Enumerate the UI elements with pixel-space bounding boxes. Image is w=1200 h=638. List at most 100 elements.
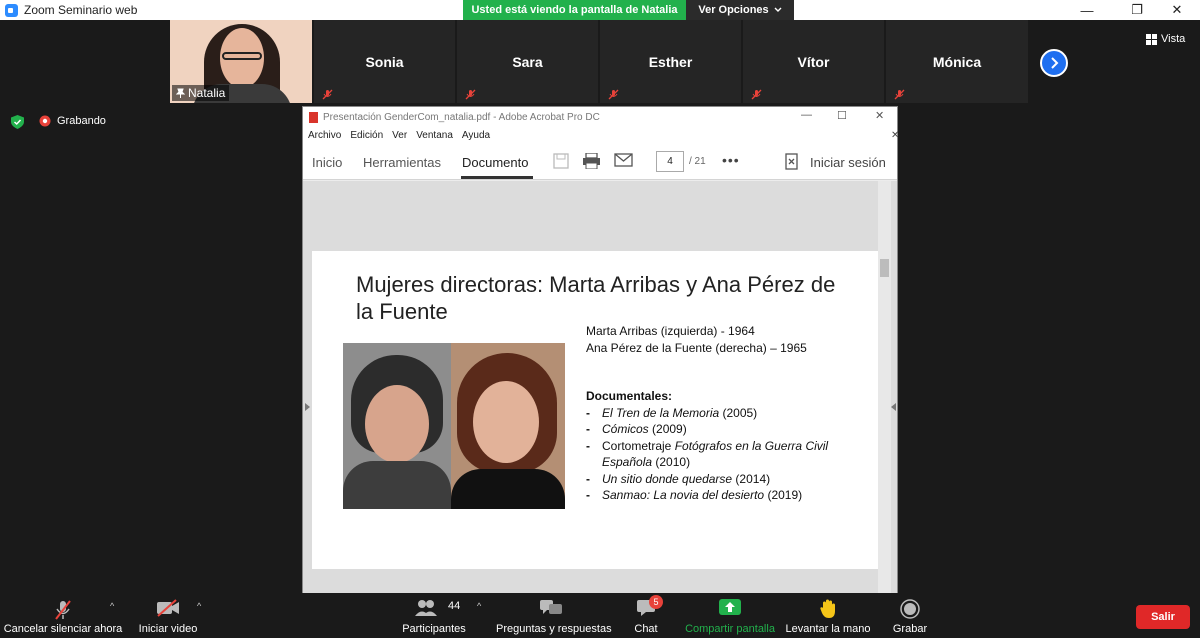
view-options-button[interactable]: Ver Opciones [686,0,794,20]
menu-archivo[interactable]: Archivo [308,130,341,141]
right-panel-toggle-icon[interactable] [891,403,896,411]
list-item: - Cómicos (2009) [586,422,687,436]
share-screen-icon [719,599,741,615]
muted-mic-icon [55,600,71,620]
next-page-button[interactable] [1040,49,1068,77]
pdf-icon [309,111,318,123]
acrobat-close-button[interactable]: ✕ [875,109,884,122]
participant-tile[interactable]: Vítor [743,20,884,103]
signin-button[interactable]: Iniciar sesión [810,155,886,170]
minimize-button[interactable]: — [1064,0,1110,20]
document-close-icon[interactable] [785,153,798,170]
tab-herramientas[interactable]: Herramientas [363,155,441,170]
close-button[interactable]: ✕ [1154,0,1200,20]
grid-icon [1146,33,1157,45]
audio-options-caret-icon[interactable]: ^ [110,601,114,611]
encryption-status[interactable] [11,115,24,129]
document-scrollbar[interactable] [878,181,891,593]
menu-edicion[interactable]: Edición [350,130,383,141]
slide-title: Mujeres directoras: Marta Arribas y Ana … [356,272,836,324]
close-document-icon[interactable]: ✕ [891,130,899,141]
participant-name: Vítor [797,54,830,70]
director-line-1: Marta Arribas (izquierda) - 1964 [586,324,755,338]
muted-mic-icon [751,89,762,100]
active-tab-underline [461,176,533,179]
chevron-down-icon [774,7,782,12]
slide-info: Marta Arribas (izquierda) - 1964 Ana Pér… [586,323,866,504]
menu-ventana[interactable]: Ventana [416,130,453,141]
unmute-button[interactable]: Cancelar silenciar ahora [0,593,126,638]
share-banner: Usted está viendo la pantalla de Natalia [463,0,686,20]
muted-mic-icon [894,89,905,100]
start-video-button[interactable]: Iniciar video [132,593,204,638]
participant-tile[interactable]: Sara [457,20,598,103]
page-total: / 21 [689,156,706,167]
muted-mic-icon [322,89,333,100]
document-view[interactable]: Mujeres directoras: Marta Arribas y Ana … [303,181,897,593]
director-line-2: Ana Pérez de la Fuente (derecha) – 1965 [586,340,807,355]
list-item: - El Tren de la Memoria (2005) [586,405,758,420]
raise-hand-button[interactable]: Levantar la mano [784,593,872,638]
menu-ver[interactable]: Ver [392,130,407,141]
video-off-icon [157,599,179,617]
participants-icon [415,600,437,616]
scrollbar-thumb[interactable] [880,259,889,277]
chat-button[interactable]: 5 Chat [624,593,668,638]
tab-inicio[interactable]: Inicio [312,155,342,170]
qa-button[interactable]: Preguntas y respuestas [496,593,612,638]
participant-glasses [222,52,262,60]
meeting-controls: Cancelar silenciar ahora ^ Iniciar video… [0,593,1200,638]
participant-tile[interactable]: Mónica [886,20,1028,103]
chevron-right-icon [1051,57,1059,69]
recording-icon [39,115,51,127]
tab-documento[interactable]: Documento [462,155,528,170]
participant-name: Esther [648,54,693,70]
participants-options-caret-icon[interactable]: ^ [477,601,481,611]
email-icon[interactable] [614,153,633,167]
documentaries-heading: Documentales: [586,389,673,403]
view-options-label: Ver Opciones [698,4,769,16]
record-button[interactable]: Grabar [886,593,934,638]
participants-count: 44 [448,600,461,612]
raise-hand-icon [820,599,835,618]
recording-status[interactable]: Grabando [39,115,106,127]
window-title: Zoom Seminario web [24,3,138,17]
acrobat-menu-bar: Archivo Edición Ver Ventana Ayuda ✕ [303,127,899,143]
list-item: - Un sitio donde quedarse (2014) [586,471,771,486]
save-icon[interactable] [553,153,569,169]
participant-name: Mónica [932,54,982,70]
list-item: - Sanmao: La novia del desierto (2019) [586,488,803,502]
qa-icon [540,600,562,614]
participant-name: Sara [512,54,543,70]
video-tile-natalia[interactable]: Natalia [170,20,312,103]
print-icon[interactable] [582,153,601,169]
page-number-input[interactable]: 4 [656,151,684,172]
menu-ayuda[interactable]: Ayuda [462,130,490,141]
acrobat-maximize-button[interactable]: ☐ [837,109,847,122]
acrobat-minimize-button[interactable]: — [801,109,812,121]
muted-mic-icon [465,89,476,100]
slide-page: Mujeres directoras: Marta Arribas y Ana … [312,251,878,569]
left-panel-toggle-icon[interactable] [305,403,310,411]
acrobat-window: Presentación GenderCom_natalia.pdf - Ado… [302,106,899,593]
video-name-label: Natalia [172,85,230,101]
zoom-logo-icon [5,3,18,17]
shield-check-icon [11,115,24,129]
participant-tile[interactable]: Esther [600,20,741,103]
muted-mic-icon [608,89,619,100]
directors-photo [343,343,565,509]
leave-button[interactable]: Salir [1136,605,1190,629]
video-options-caret-icon[interactable]: ^ [197,601,201,611]
participant-name: Sonia [365,54,404,70]
participants-button[interactable]: 44 Participantes [398,593,470,638]
record-icon [900,599,920,619]
more-options-icon[interactable]: ••• [722,152,740,168]
list-item: - Cortometraje Fotógrafos en la Guerra C… [586,438,829,470]
share-screen-button[interactable]: Compartir pantalla [682,593,778,638]
acrobat-title-bar: Presentación GenderCom_natalia.pdf - Ado… [303,107,897,127]
chat-badge: 5 [649,595,663,609]
view-button[interactable]: Vista [1146,31,1192,47]
pin-icon [176,88,185,98]
participant-tile[interactable]: Sonia [314,20,455,103]
acrobat-toolbar: Inicio Herramientas Documento 4 / 21 •••… [303,143,897,180]
